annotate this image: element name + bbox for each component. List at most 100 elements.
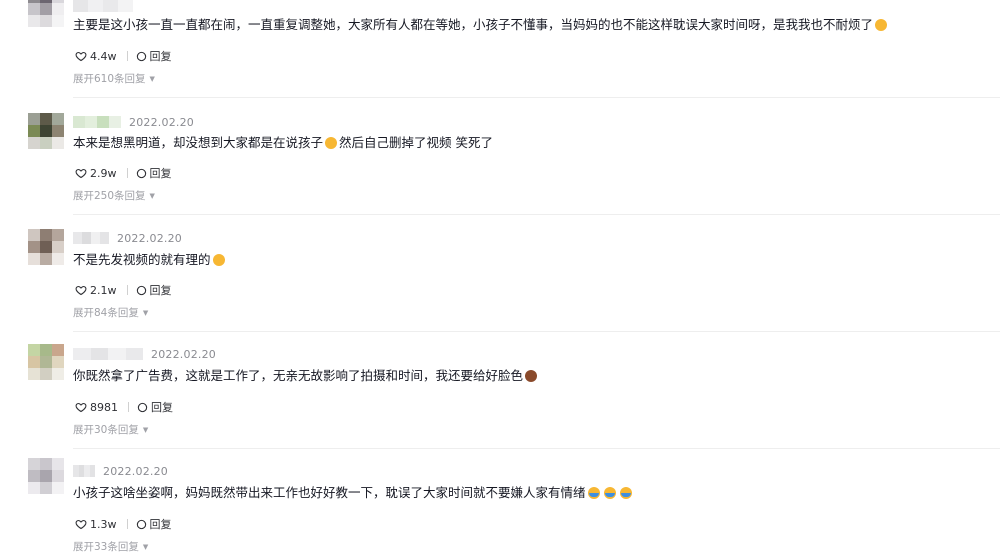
comment-text-content: 小孩子这啥坐姿啊，妈妈既然带出来工作也好好教一下，耽误了大家时间就不要嫌人家有情… [73,485,586,500]
username-pixel [88,0,103,12]
avatar-pixel [52,470,64,482]
action-divider [126,519,128,529]
expand-replies-link[interactable]: 展开33条回复 ▼ [73,539,148,554]
username[interactable] [73,0,133,12]
action-divider [128,402,129,412]
like-count[interactable]: 4.4w [90,50,117,63]
comment-text: 不是先发视频的就有理的 [73,251,227,269]
face-brown-emoji-icon [525,370,538,382]
username-pixel [109,116,121,128]
comment-header [73,0,133,13]
avatar[interactable] [28,344,64,380]
avatar-pixel [52,482,64,494]
heart-icon[interactable] [75,50,87,62]
username-pixel [89,465,95,477]
avatar-pixel [28,368,40,380]
avatar-pixel [28,458,40,470]
username[interactable] [73,232,109,244]
comment-text: 你既然拿了广告费，这就是工作了，无亲无故影响了拍摄和时间，我还要给好脸色 [73,367,539,385]
heart-icon[interactable] [75,401,87,413]
chevron-down-icon[interactable]: ▼ [143,543,148,551]
heart-icon[interactable] [75,284,87,296]
comment-text: 小孩子这啥坐姿啊，妈妈既然带出来工作也好好教一下，耽误了大家时间就不要嫌人家有情… [73,484,634,502]
laugh-emoji-icon [212,254,225,266]
reply-bubble-icon[interactable] [136,51,147,62]
comment-text-content: 不是先发视频的就有理的 [73,252,211,267]
chevron-down-icon[interactable]: ▼ [150,75,155,83]
avatar-pixel [28,3,40,15]
reply-bubble-icon[interactable] [136,168,147,179]
username[interactable] [73,465,95,477]
avatar-pixel [40,482,52,494]
chevron-down-icon[interactable]: ▼ [150,192,155,200]
avatar-pixel [52,368,64,380]
reply-button[interactable]: 回复 [150,165,172,181]
avatar-pixel [52,356,64,368]
like-count[interactable]: 1.3w [90,518,117,531]
expand-replies-label[interactable]: 展开30条回复 [73,422,139,437]
avatar-pixel [52,125,64,137]
reply-button[interactable]: 回复 [150,516,172,532]
comment-date: 2022.02.20 [129,115,194,129]
comment-actions: 1.3w 回复 [75,516,172,532]
expand-replies-label[interactable]: 展开250条回复 [73,188,146,203]
avatar[interactable] [28,0,64,27]
username[interactable] [73,116,121,128]
reply-button[interactable]: 回复 [151,399,173,415]
avatar-pixel [52,253,64,265]
heart-icon[interactable] [75,518,87,530]
username-pixel [90,348,108,360]
username-pixel [118,0,133,12]
username-pixel [125,348,143,360]
avatar-pixel [28,356,40,368]
comment-item: 2022.02.20 小孩子这啥坐姿啊，妈妈既然带出来工作也好好教一下，耽误了大… [0,449,1000,557]
action-divider [126,168,128,178]
expand-replies-label[interactable]: 展开33条回复 [73,539,139,554]
username-pixel [73,232,82,244]
comment-date: 2022.02.20 [151,347,216,361]
username-pixel [82,232,91,244]
expand-replies-link[interactable]: 展开610条回复 ▼ [73,71,155,86]
username-pixel [108,348,126,360]
smile-emoji-icon [875,19,888,31]
expand-replies-link[interactable]: 展开84条回复 ▼ [73,305,148,320]
avatar[interactable] [28,113,64,149]
heart-icon[interactable] [75,167,87,179]
avatar-pixel [40,470,52,482]
comment-actions: 2.1w 回复 [75,282,172,298]
username[interactable] [73,348,143,360]
expand-replies-link[interactable]: 展开250条回复 ▼ [73,188,155,203]
username-pixel [103,0,118,12]
expand-replies-label[interactable]: 展开84条回复 [73,305,139,320]
avatar-pixel [28,241,40,253]
comment-text-content-after: 然后自己删掉了视频 笑死了 [339,135,493,150]
reply-button[interactable]: 回复 [150,282,172,298]
expand-replies-label[interactable]: 展开610条回复 [73,71,146,86]
avatar-pixel [28,344,40,356]
like-count[interactable]: 2.1w [90,284,117,297]
chevron-down-icon[interactable]: ▼ [143,309,148,317]
reply-bubble-icon[interactable] [136,519,147,530]
avatar[interactable] [28,458,64,494]
comment-actions: 4.4w 回复 [75,48,172,64]
avatar-pixel [28,137,40,149]
action-divider [126,51,128,61]
comment-actions: 2.9w 回复 [75,165,172,181]
avatar[interactable] [28,229,64,265]
comment-header: 2022.02.20 [73,464,168,478]
reply-button[interactable]: 回复 [150,48,172,64]
comment-text: 主要是这小孩一直一直都在闹，一直重复调整她，大家所有人都在等她，小孩子不懂事，当… [73,16,889,34]
like-count[interactable]: 2.9w [90,167,117,180]
avatar-pixel [40,3,52,15]
avatar-pixel [40,229,52,241]
reply-bubble-icon[interactable] [136,285,147,296]
avatar-pixel [52,15,64,27]
reply-bubble-icon[interactable] [137,402,148,413]
chevron-down-icon[interactable]: ▼ [143,426,148,434]
like-count[interactable]: 8981 [90,401,118,414]
comment-text-content: 主要是这小孩一直一直都在闹，一直重复调整她，大家所有人都在等她，小孩子不懂事，当… [73,17,874,32]
expand-replies-link[interactable]: 展开30条回复 ▼ [73,422,148,437]
action-divider [126,285,128,295]
avatar-pixel [40,356,52,368]
avatar-pixel [28,470,40,482]
